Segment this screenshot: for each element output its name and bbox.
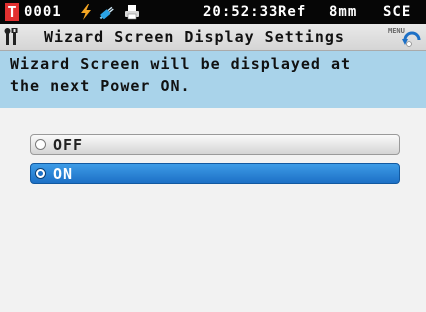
option-on[interactable]: ON (30, 163, 400, 184)
lightning-icon (81, 4, 91, 20)
option-off-label: OFF (53, 136, 84, 154)
page-title: Wizard Screen Display Settings (44, 28, 345, 46)
printer-icon (125, 5, 139, 20)
component-mode: SCE (383, 4, 412, 20)
info-message-text: Wizard Screen will be displayed at the n… (10, 55, 352, 95)
radio-checked-icon (35, 168, 46, 179)
measurement-area: 8mm (329, 4, 358, 20)
title-bar: Wizard Screen Display Settings MENU (0, 24, 426, 51)
settings-tools-icon (4, 28, 18, 45)
screen: T 0001 20:52:33 Ref 8mm SCE Wizard Scree… (0, 0, 426, 312)
option-on-label: ON (53, 165, 74, 183)
radio-unchecked-icon (35, 139, 46, 150)
menu-back-button[interactable]: MENU (388, 27, 424, 47)
usb-plug-icon (99, 6, 114, 20)
status-bar: T 0001 20:52:33 Ref 8mm SCE (0, 0, 426, 24)
target-id: 0001 (24, 4, 62, 20)
target-badge: T (5, 3, 19, 21)
clock-time: 20:52:33 (203, 4, 279, 20)
option-off[interactable]: OFF (30, 134, 400, 155)
info-message: Wizard Screen will be displayed at the n… (0, 51, 426, 108)
ref-label: Ref (278, 4, 307, 20)
menu-back-arrow-icon (402, 31, 421, 47)
